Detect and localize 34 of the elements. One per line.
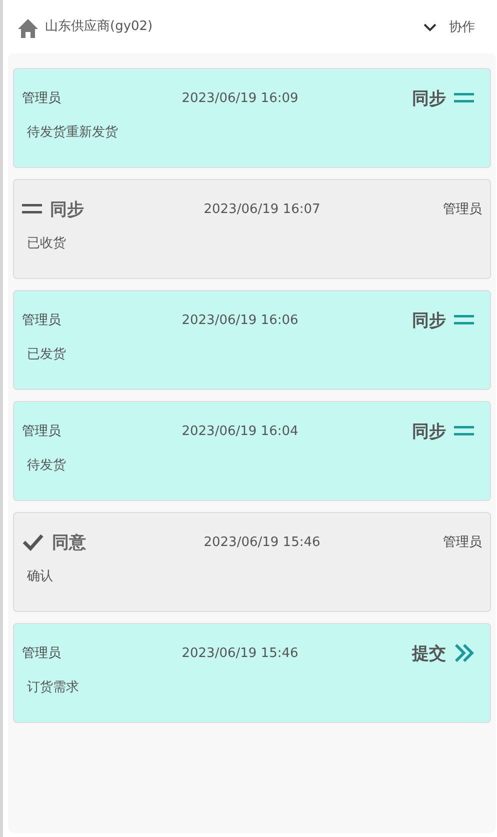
chevron-down-icon [423,22,437,32]
equals-icon [22,204,42,214]
user-name: 管理员 [22,423,62,440]
timestamp: 2023/06/19 16:07 [202,202,322,216]
log-note: 待发货重新发货 [26,124,119,141]
page-title: 山东供应商(gy02) [45,18,153,34]
check-icon [22,533,44,551]
timestamp: 2023/06/19 16:04 [180,424,300,438]
double-chevron-icon [454,643,474,663]
user-name: 管理员 [442,534,482,551]
user-name: 管理员 [442,201,482,218]
timestamp: 2023/06/19 15:46 [202,534,322,550]
log-note: 订货需求 [26,679,80,696]
home-icon [17,18,39,38]
log-note: 待发货 [26,457,67,474]
user-name: 管理员 [22,312,62,329]
log-note: 确认 [26,568,54,585]
action-label: 同步 [412,310,446,332]
equals-icon [454,426,474,436]
user-name: 管理员 [22,90,62,107]
action-label: 提交 [412,642,446,664]
action-label: 同步 [412,88,446,110]
action-label: 同步 [50,198,84,220]
action-label: 同步 [412,420,446,442]
action-label: 同意 [52,532,86,554]
timestamp: 2023/06/19 15:46 [180,646,300,660]
equals-icon [454,93,474,103]
user-name: 管理员 [22,645,62,662]
timestamp: 2023/06/19 16:09 [180,90,300,106]
equals-icon [454,315,474,325]
log-note: 已发货 [26,346,67,363]
timestamp: 2023/06/19 16:06 [180,312,300,328]
log-note: 已收货 [26,235,67,252]
collaborate-dropdown[interactable]: 协作 [423,14,475,40]
